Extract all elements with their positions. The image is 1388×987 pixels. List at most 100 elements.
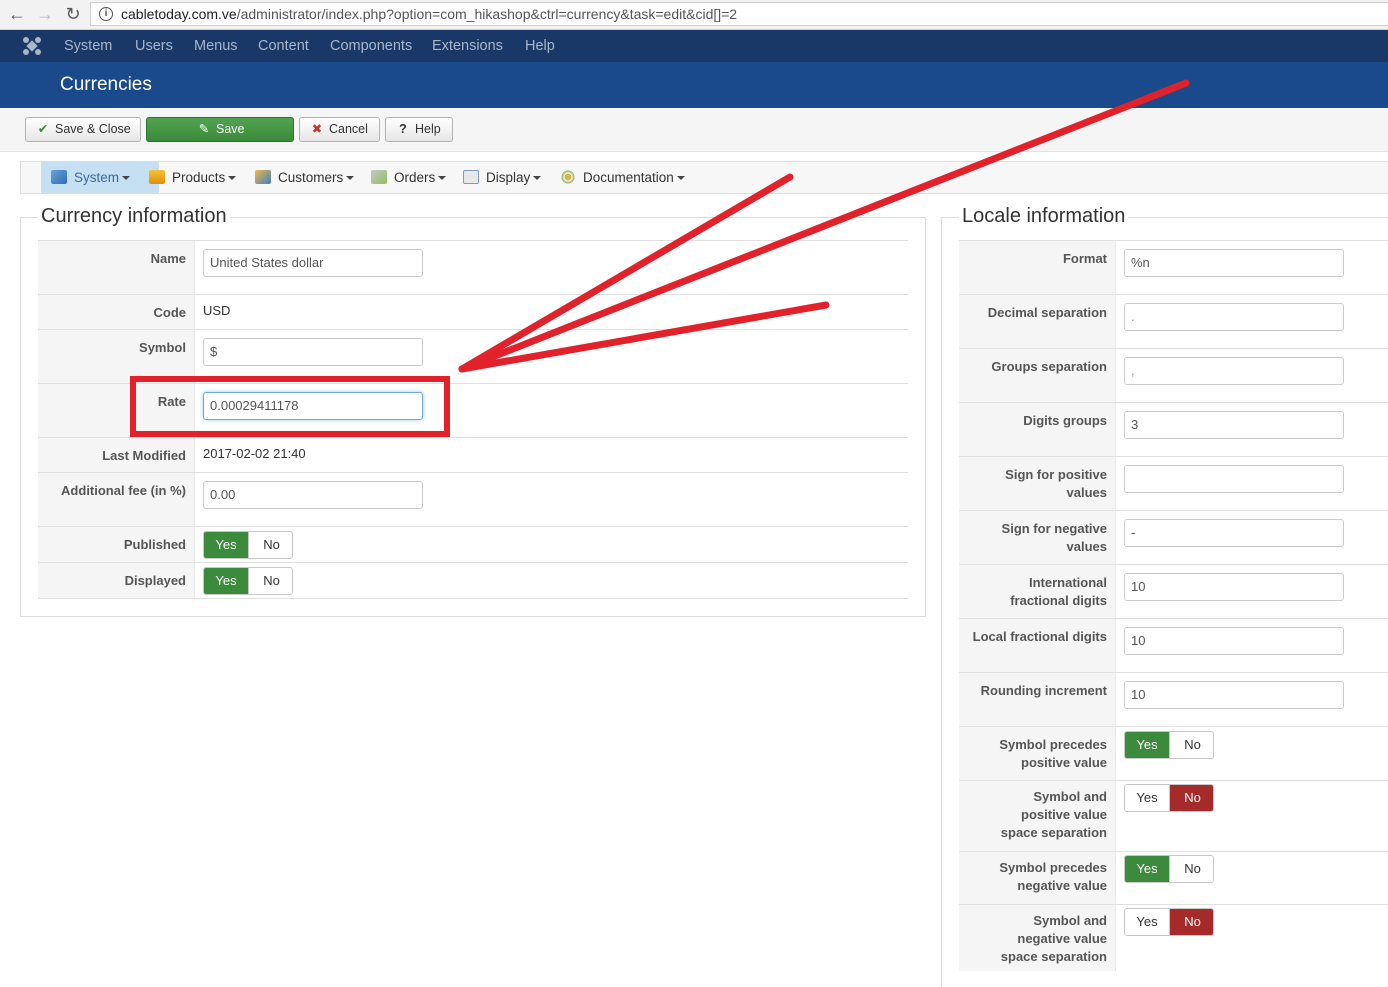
save-button[interactable]: ✎ Save [146,117,294,142]
admin-menu-components[interactable]: Components [330,38,412,54]
admin-menu-content[interactable]: Content [258,38,309,54]
published-label: Published [38,527,195,562]
caret-icon [346,176,355,180]
displayed-no-button[interactable]: No [249,568,292,594]
sym-prec-pos-label: Symbol precedes positive value [959,727,1116,780]
hika-menu-orders[interactable]: Orders [371,162,447,193]
hika-menu-system[interactable]: System [41,162,159,193]
fee-label: Additional fee (in %) [38,473,195,526]
admin-menu-extensions[interactable]: Extensions [432,38,503,54]
caret-icon [533,176,542,180]
sym-prec-neg-toggle: Yes No [1124,855,1214,883]
customers-icon [255,170,271,184]
name-input[interactable]: United States dollar [203,249,423,277]
page-header: Currencies [0,62,1388,108]
admin-menu-users[interactable]: Users [135,38,173,54]
sym-space-neg-no-button[interactable]: No [1170,909,1213,935]
digits-groups-label: Digits groups [959,403,1116,456]
hika-menu-display[interactable]: Display [463,162,542,193]
code-row: Code [38,294,908,329]
address-url: cabletoday.com.ve/administrator/index.ph… [121,6,738,22]
orders-icon [371,170,387,184]
cancel-label: Cancel [329,122,368,136]
sym-prec-pos-no-button[interactable]: No [1170,732,1213,758]
intl-frac-label: International fractional digits [959,565,1116,618]
help-label: Help [415,122,441,136]
admin-menu-menus[interactable]: Menus [194,38,238,54]
edit-icon: ✎ [198,122,210,136]
sym-prec-neg-label: Symbol precedes negative value [959,852,1116,904]
name-row: Name [38,240,908,294]
sym-prec-pos-toggle: Yes No [1124,731,1214,759]
question-icon: ? [399,122,407,136]
published-row: Published [38,526,908,562]
sign-positive-label: Sign for positive values [959,457,1116,510]
published-yes-button[interactable]: Yes [204,532,249,558]
tools-icon [51,170,67,184]
fee-input[interactable]: 0.00 [203,481,423,509]
info-icon[interactable]: i [99,7,113,21]
hikashop-menu: System Products Customers Orders Display… [20,161,1388,194]
sym-prec-neg-yes-button[interactable]: Yes [1125,856,1170,882]
admin-menu: System Users Menus Content Components Ex… [0,30,1388,62]
caret-icon [438,176,447,180]
sym-space-neg-label: Symbol and negative value space separati… [959,905,1116,971]
help-button[interactable]: ? Help [385,117,453,142]
hika-menu-products[interactable]: Products [149,162,237,193]
displayed-row: Displayed [38,562,908,599]
browser-toolbar: ← → ↻ i cabletoday.com.ve/administrator/… [0,0,1388,30]
sym-space-neg-yes-button[interactable]: Yes [1125,909,1170,935]
products-icon [149,170,165,184]
reload-icon[interactable]: ↻ [62,3,84,25]
admin-menu-system[interactable]: System [64,38,112,54]
published-toggle: Yes No [203,531,293,559]
sym-prec-neg-no-button[interactable]: No [1170,856,1213,882]
decimal-input[interactable]: . [1124,303,1344,331]
address-bar[interactable]: i cabletoday.com.ve/administrator/index.… [90,2,1388,26]
hika-menu-customers[interactable]: Customers [255,162,355,193]
check-icon: ✔ [37,122,49,136]
cancel-icon: ✖ [311,122,323,136]
sign-positive-input[interactable] [1124,465,1344,493]
displayed-label: Displayed [38,563,195,598]
rounding-input[interactable]: 10 [1124,681,1344,709]
sym-space-pos-no-button[interactable]: No [1170,785,1213,811]
format-label: Format [959,241,1116,294]
intl-frac-input[interactable]: 10 [1124,573,1344,601]
sym-space-pos-yes-button[interactable]: Yes [1125,785,1170,811]
caret-icon [228,176,237,180]
published-no-button[interactable]: No [249,532,292,558]
symbol-input[interactable]: $ [203,338,423,366]
page-title: Currencies [60,74,152,95]
groups-label: Groups separation [959,349,1116,402]
digits-groups-input[interactable]: 3 [1124,411,1344,439]
forward-arrow-icon[interactable]: → [34,3,56,25]
fee-row: Additional fee (in %) [38,472,908,526]
groups-input[interactable]: , [1124,357,1344,385]
annotation-highlight-box [130,376,450,437]
rounding-label: Rounding increment [959,673,1116,726]
sym-space-pos-label: Symbol and positive value space separati… [959,781,1116,851]
admin-menu-help[interactable]: Help [525,38,555,54]
code-value: USD [203,303,231,318]
save-close-label: Save & Close [55,122,131,136]
joomla-logo-icon[interactable] [22,36,42,56]
name-label: Name [38,241,195,294]
local-frac-input[interactable]: 10 [1124,627,1344,655]
back-arrow-icon[interactable]: ← [6,3,28,25]
last-modified-row: Last Modified [38,437,908,472]
sym-space-neg-toggle: Yes No [1124,908,1214,936]
locale-legend: Locale information [959,205,1129,228]
sym-prec-pos-yes-button[interactable]: Yes [1125,732,1170,758]
decimal-label: Decimal separation [959,295,1116,348]
sym-space-pos-toggle: Yes No [1124,784,1214,812]
sign-negative-input[interactable]: - [1124,519,1344,547]
last-modified-value: 2017-02-02 21:40 [203,446,306,461]
cancel-button[interactable]: ✖ Cancel [299,117,380,142]
display-icon [463,170,479,184]
format-input[interactable]: %n [1124,249,1344,277]
save-close-button[interactable]: ✔ Save & Close [25,117,141,142]
hika-menu-documentation[interactable]: Documentation [560,162,685,193]
documentation-icon [560,170,576,184]
displayed-yes-button[interactable]: Yes [204,568,249,594]
